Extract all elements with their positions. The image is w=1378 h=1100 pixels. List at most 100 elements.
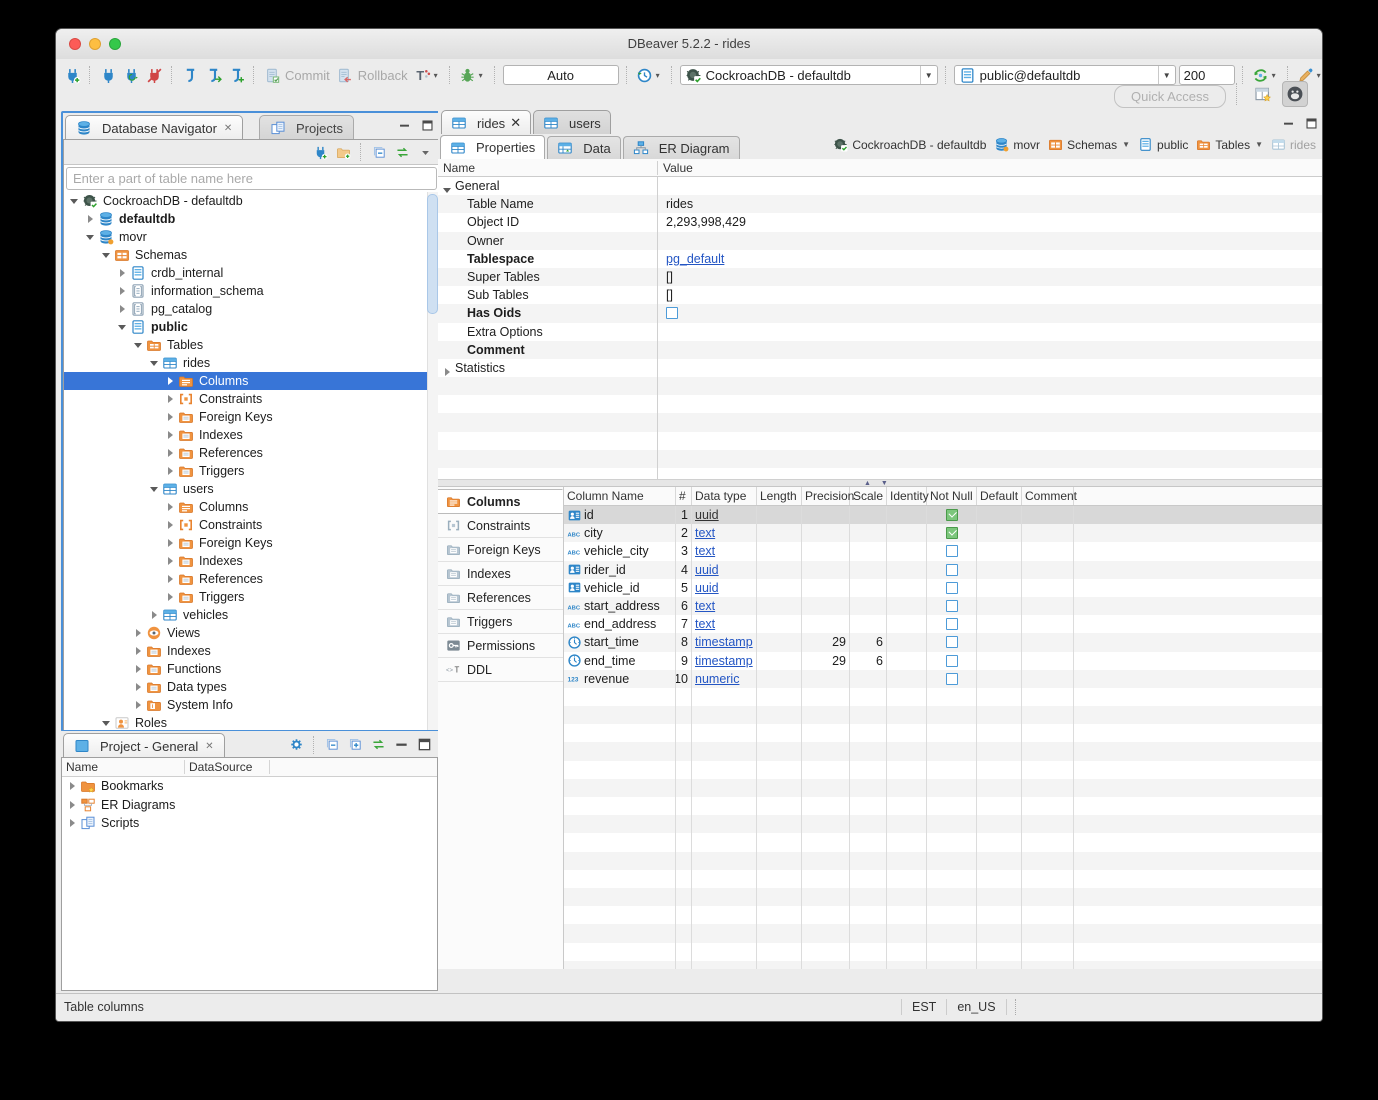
minimize-view-icon[interactable] [391, 735, 411, 755]
tree-item-tables[interactable]: Tables [64, 336, 439, 354]
tree-item-references[interactable]: References [64, 570, 439, 588]
grid-header-data-type[interactable]: Data type [692, 487, 757, 505]
quick-access-button[interactable]: Quick Access [1114, 85, 1226, 108]
dropdown-caret-icon[interactable]: ▼ [920, 66, 933, 84]
open-perspective-button[interactable] [1250, 81, 1276, 107]
props-header-value[interactable]: Value [658, 161, 1323, 175]
project-item-er-diagrams[interactable]: ER Diagrams [62, 796, 437, 815]
dropdown-caret-icon[interactable]: ▾ [1317, 71, 1323, 80]
not-null-checkbox[interactable] [946, 655, 958, 667]
grid-header-identity[interactable]: Identity [887, 487, 927, 505]
grid-header--[interactable]: # [676, 487, 692, 505]
property-row-extra-options[interactable]: Extra Options [438, 323, 1323, 341]
not-null-checkbox[interactable] [946, 545, 958, 557]
tree-item-constraints[interactable]: Constraints [64, 516, 439, 534]
splitter-sash[interactable]: ▲ ▼ [438, 479, 1323, 487]
maximize-view-icon[interactable] [421, 119, 434, 137]
fetch-size-input[interactable]: 200 [1179, 65, 1235, 85]
not-null-checkbox[interactable] [946, 600, 958, 612]
tablespace-link[interactable]: pg_default [666, 252, 724, 266]
breadcrumb-item-cockroachdb-defaultdb[interactable]: CockroachDB - defaultdb [833, 137, 986, 152]
grid-header-scale[interactable]: Scale [850, 487, 887, 505]
property-row-general[interactable]: General [438, 177, 1323, 195]
rollback-button[interactable] [335, 65, 355, 85]
tab-projects[interactable]: Projects [259, 115, 354, 140]
column-row-vehicle_city[interactable]: ABCvehicle_city3text [564, 542, 1323, 560]
tree-item-indexes[interactable]: Indexes [64, 642, 439, 660]
connection-selector-combo[interactable]: CockroachDB - defaultdb▼ [680, 65, 938, 85]
dropdown-caret-icon[interactable]: ▾ [1272, 71, 1280, 80]
tree-item-views[interactable]: Views [64, 624, 439, 642]
editor-tab-rides[interactable]: rides✕ [441, 110, 531, 135]
tree-item-foreign-keys[interactable]: Foreign Keys [64, 534, 439, 552]
not-null-checkbox[interactable] [946, 564, 958, 576]
grid-header-default[interactable]: Default [977, 487, 1022, 505]
dropdown-caret-icon[interactable]: ▾ [434, 71, 442, 80]
tab-database-navigator[interactable]: Database Navigator ✕ [65, 115, 243, 140]
not-null-checkbox[interactable] [946, 618, 958, 630]
dropdown-caret-icon[interactable]: ▾ [656, 71, 664, 80]
new-connection-button[interactable] [62, 65, 82, 85]
grid-header-not-null[interactable]: Not Null [927, 487, 977, 505]
project-col-name[interactable]: Name [62, 760, 185, 774]
column-row-end_address[interactable]: ABCend_address7text [564, 615, 1323, 633]
tree-item-information-schema[interactable]: information_schema [64, 282, 439, 300]
data-type-link[interactable]: text [695, 526, 715, 540]
side-tab-triggers[interactable]: Triggers [438, 610, 563, 634]
grid-header-comment[interactable]: Comment [1022, 487, 1074, 505]
new-connection-button[interactable] [310, 142, 330, 162]
subtab-properties[interactable]: Properties [440, 135, 545, 159]
property-row-object-id[interactable]: Object ID2,293,998,429 [438, 213, 1323, 231]
debug-button[interactable] [458, 65, 478, 85]
column-row-id[interactable]: id1uuid [564, 506, 1323, 524]
subtab-data[interactable]: Data [547, 136, 620, 159]
column-row-start_time[interactable]: start_time8timestamp296 [564, 633, 1323, 651]
column-row-city[interactable]: ABCcity2text [564, 524, 1323, 542]
dbeaver-perspective-button[interactable] [1282, 81, 1308, 107]
data-type-link[interactable]: text [695, 599, 715, 613]
dropdown-caret-icon[interactable]: ▾ [479, 71, 487, 80]
maximize-view-icon[interactable] [414, 735, 434, 755]
minimize-view-icon[interactable] [1282, 117, 1295, 135]
collapse-all-button[interactable] [322, 735, 342, 755]
tree-item-rides[interactable]: rides [64, 354, 439, 372]
project-item-scripts[interactable]: Scripts [62, 814, 437, 833]
tree-item-defaultdb[interactable]: defaultdb [64, 210, 439, 228]
tree-item-vehicles[interactable]: vehicles [64, 606, 439, 624]
breadcrumb-item-tables[interactable]: Tables▼ [1196, 137, 1263, 152]
table-filter-input[interactable]: Enter a part of table name here [66, 167, 437, 190]
side-tab-permissions[interactable]: Permissions [438, 634, 563, 658]
has-oids-checkbox[interactable] [666, 307, 678, 319]
property-row-statistics[interactable]: Statistics [438, 359, 1323, 377]
tree-item-pg-catalog[interactable]: pg_catalog [64, 300, 439, 318]
tree-item-triggers[interactable]: Triggers [64, 588, 439, 606]
close-icon[interactable]: ✕ [205, 741, 213, 752]
tree-item-movr[interactable]: movr [64, 228, 439, 246]
data-type-link[interactable]: numeric [695, 672, 739, 686]
tab-project-general[interactable]: Project - General ✕ [63, 733, 225, 758]
tree-item-data-types[interactable]: Data types [64, 678, 439, 696]
data-type-link[interactable]: text [695, 617, 715, 631]
side-tab-indexes[interactable]: Indexes [438, 562, 563, 586]
new-sql-editor-button[interactable] [203, 65, 223, 85]
tree-item-functions[interactable]: Functions [64, 660, 439, 678]
minimize-view-icon[interactable] [398, 119, 411, 137]
side-tab-references[interactable]: References [438, 586, 563, 610]
locale-indicator[interactable]: en_US [947, 999, 1006, 1015]
tree-item-users[interactable]: users [64, 480, 439, 498]
breadcrumb-item-rides[interactable]: rides [1271, 137, 1316, 152]
auto-commit-combo[interactable]: Auto [503, 65, 619, 85]
transaction-log-button[interactable] [635, 65, 655, 85]
connect-button[interactable] [98, 65, 118, 85]
property-row-tablespace[interactable]: Tablespacepg_default [438, 250, 1323, 268]
not-null-checkbox[interactable] [946, 673, 958, 685]
tree-item-crdb-internal[interactable]: crdb_internal [64, 264, 439, 282]
dropdown-caret-icon[interactable]: ▼ [1122, 140, 1130, 149]
settings-button[interactable] [286, 735, 306, 755]
dropdown-caret-icon[interactable]: ▼ [1158, 66, 1171, 84]
tree-item-constraints[interactable]: Constraints [64, 390, 439, 408]
link-with-editor-button[interactable] [368, 735, 388, 755]
property-row-super-tables[interactable]: Super Tables[] [438, 268, 1323, 286]
property-row-owner[interactable]: Owner [438, 232, 1323, 250]
open-sql-script-button[interactable] [226, 65, 246, 85]
